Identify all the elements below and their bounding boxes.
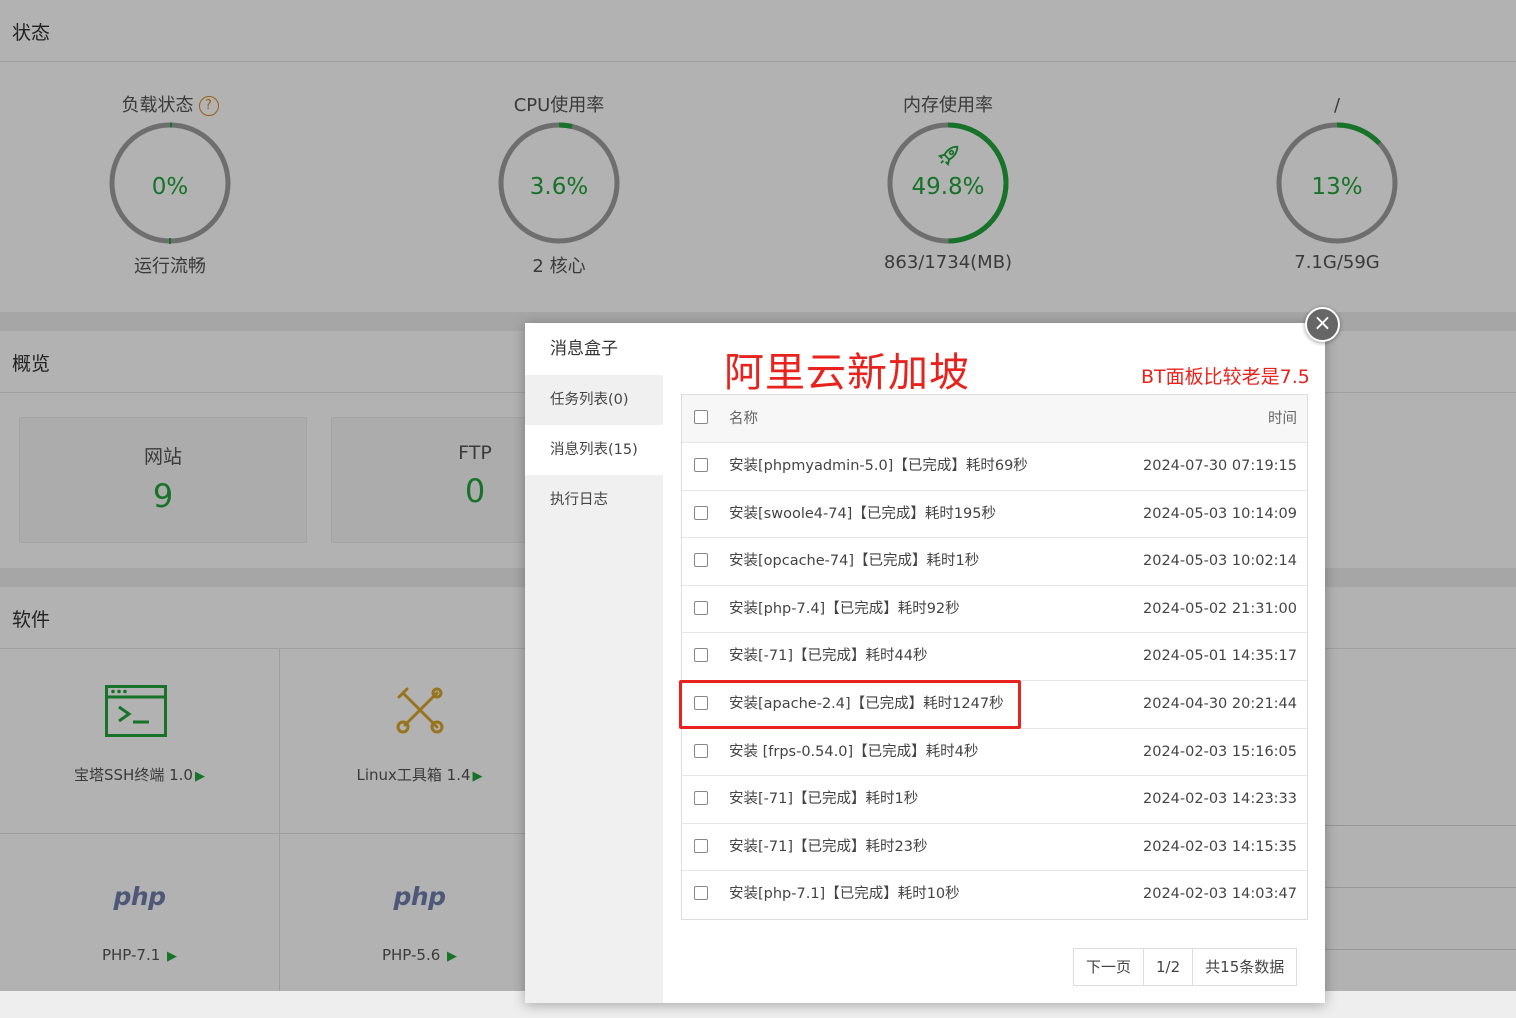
row-time: 2024-07-30 07:19:15	[1143, 458, 1297, 474]
next-page-button[interactable]: 下一页	[1074, 949, 1145, 985]
close-icon[interactable]: ×	[1305, 307, 1340, 342]
row-time: 2024-05-02 21:31:00	[1143, 600, 1297, 617]
row-checkbox[interactable]	[694, 648, 708, 663]
table-row: 安装[-71]【已完成】耗时44秒 2024-05-01 14:35:17	[682, 633, 1307, 681]
row-checkbox[interactable]	[694, 553, 708, 568]
tab-message-list[interactable]: 消息列表(15)	[525, 425, 663, 475]
row-name: 安装[php-7.4]【已完成】耗时92秒	[729, 600, 960, 617]
row-checkbox[interactable]	[694, 791, 708, 806]
row-name: 安装[phpmyadmin-5.0]【已完成】耗时69秒	[729, 458, 1028, 474]
table-row: 安装[php-7.4]【已完成】耗时92秒 2024-05-02 21:31:00	[682, 586, 1307, 634]
table-row: 安装[phpmyadmin-5.0]【已完成】耗时69秒 2024-07-30 0…	[682, 443, 1307, 491]
total-count: 共15条数据	[1205, 958, 1285, 976]
pagination: 下一页 1/2 共15条数据	[1073, 948, 1298, 986]
row-time: 2024-02-03 14:03:47	[1143, 886, 1297, 903]
page: 状态 负载状态? 0% 运行流畅 CPU使用率 3.6% 2 核心 内存使用率 …	[0, 0, 1516, 1003]
row-checkbox[interactable]	[694, 600, 708, 615]
row-name: 安装[-71]【已完成】耗时1秒	[729, 791, 919, 808]
annotation-region: 阿里云新加坡	[724, 350, 970, 396]
row-time: 2024-02-03 15:16:05	[1143, 743, 1297, 760]
row-name: 安装[swoole4-74]【已完成】耗时195秒	[729, 505, 997, 522]
column-name: 名称	[729, 411, 758, 427]
row-checkbox[interactable]	[694, 458, 708, 472]
tab-task-list[interactable]: 任务列表(0)	[525, 375, 663, 425]
row-time: 2024-02-03 14:23:33	[1143, 791, 1297, 808]
page-indicator: 1/2	[1144, 949, 1194, 985]
column-time: 时间	[1268, 411, 1297, 427]
message-table: 名称 时间 安装[phpmyadmin-5.0]【已完成】耗时69秒 2024-0…	[681, 394, 1308, 920]
table-row: 安装[-71]【已完成】耗时1秒 2024-02-03 14:23:33	[682, 776, 1307, 824]
row-time: 2024-05-01 14:35:17	[1143, 648, 1297, 665]
row-checkbox[interactable]	[694, 505, 708, 520]
row-checkbox[interactable]	[694, 886, 708, 901]
row-name: 安装 [frps-0.54.0]【已完成】耗时4秒	[729, 743, 979, 760]
table-header: 名称 时间	[682, 395, 1307, 443]
table-row: 安装 [frps-0.54.0]【已完成】耗时4秒 2024-02-03 15:1…	[682, 729, 1307, 777]
annotation-version-note: BT面板比较老是7.5	[1141, 366, 1310, 388]
select-all-checkbox[interactable]	[694, 410, 708, 424]
row-time: 2024-05-03 10:02:14	[1143, 553, 1297, 570]
table-row: 安装[swoole4-74]【已完成】耗时195秒 2024-05-03 10:1…	[682, 491, 1307, 539]
row-name: 安装[-71]【已完成】耗时23秒	[729, 838, 928, 855]
table-row: 安装[-71]【已完成】耗时23秒 2024-02-03 14:15:35	[682, 824, 1307, 872]
table-row: 安装[php-7.1]【已完成】耗时10秒 2024-02-03 14:03:47	[682, 871, 1307, 919]
row-name: 安装[php-7.1]【已完成】耗时10秒	[729, 886, 960, 903]
row-time: 2024-04-30 20:21:44	[1143, 695, 1297, 712]
row-time: 2024-05-03 10:14:09	[1143, 505, 1297, 522]
highlight-box	[679, 680, 1021, 729]
row-checkbox[interactable]	[694, 743, 708, 758]
dialog-sidebar: 任务列表(0) 消息列表(15) 执行日志	[525, 375, 663, 1003]
tab-execution-log[interactable]: 执行日志	[525, 475, 663, 525]
row-time: 2024-02-03 14:15:35	[1143, 838, 1297, 855]
row-name: 安装[opcache-74]【已完成】耗时1秒	[729, 553, 980, 570]
row-name: 安装[-71]【已完成】耗时44秒	[729, 648, 928, 665]
row-checkbox[interactable]	[694, 838, 708, 853]
table-row: 安装[opcache-74]【已完成】耗时1秒 2024-05-03 10:02:…	[682, 538, 1307, 586]
